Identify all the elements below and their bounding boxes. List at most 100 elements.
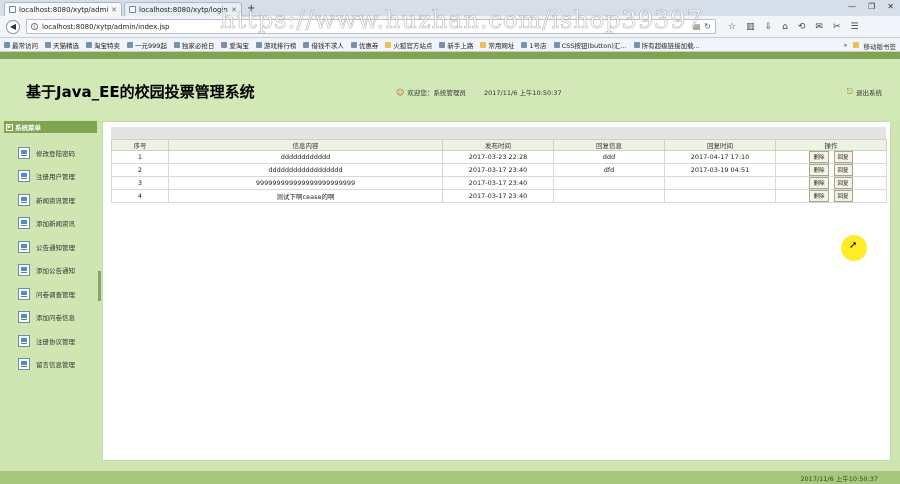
cell-reply: ddd xyxy=(553,150,665,164)
column-header: 发布时间 xyxy=(442,139,554,151)
minimize-icon[interactable]: — xyxy=(848,2,856,11)
cell-content: dddddddddddd xyxy=(168,150,443,164)
bookmark-item[interactable]: 所有超级链接加载... xyxy=(633,40,700,50)
folder-icon xyxy=(480,41,487,48)
reply-button[interactable]: 回复 xyxy=(833,151,853,163)
browser-tab-login[interactable]: localhost:8080/xytp/login... ✕ xyxy=(124,2,242,16)
toolbar-icons: ☆ ▥ ⇩ ⌂ ⟲ ✉ ✂ ☰ xyxy=(728,22,859,32)
close-tab-icon[interactable]: ✕ xyxy=(111,6,117,14)
bookmark-icon xyxy=(553,41,560,48)
chat-icon[interactable]: ✉ xyxy=(815,22,823,32)
header-datetime: 2017/11/6 上午10:50:37 xyxy=(484,89,562,97)
menu-item-icon xyxy=(18,264,30,277)
sidebar-menu: ▶ 系统菜单 修改登陆密码 注册用户管理 新闻资讯管理 添加新闻资讯 公告通知管… xyxy=(4,121,97,461)
table-row: 4 测试下啊cease的啊 2017-03-17 23:40 删除 回复 xyxy=(111,189,887,203)
new-tab-button[interactable]: + xyxy=(247,2,255,16)
delete-button[interactable]: 删除 xyxy=(809,190,829,202)
menu-item-icon xyxy=(18,358,30,371)
tab-title: localhost:8080/xytp/admi... xyxy=(19,5,109,14)
page-icon xyxy=(129,6,136,13)
reply-button[interactable]: 回复 xyxy=(833,190,853,202)
bookmark-item[interactable]: 独家必抢日 xyxy=(173,40,214,50)
screenshot-icon[interactable]: ✂ xyxy=(833,22,841,32)
sidebar-item-add-news[interactable]: 添加新闻资讯 xyxy=(4,212,97,236)
delete-button[interactable]: 删除 xyxy=(809,177,829,189)
maximize-icon[interactable]: ❐ xyxy=(868,2,875,11)
url-text[interactable]: localhost:8080/xytp/admin/index.jsp xyxy=(42,23,689,31)
menu-item-icon xyxy=(18,217,30,230)
sidebar-item-news[interactable]: 新闻资讯管理 xyxy=(4,188,97,212)
bookmark-item[interactable]: 最常访问 xyxy=(4,40,38,50)
bookmark-icon xyxy=(173,41,180,48)
table-row: 3 999999999999999999999999 2017-03-17 23… xyxy=(111,176,887,190)
menu-item-icon xyxy=(18,170,30,183)
menu-item-icon xyxy=(18,146,30,159)
sync-icon[interactable]: ⟲ xyxy=(798,22,806,32)
bookmark-folder[interactable]: 火狐官方站点 xyxy=(385,40,432,50)
info-icon[interactable]: i xyxy=(31,23,38,30)
bookmark-folder[interactable]: 常用网址 xyxy=(480,40,514,50)
column-header: 操作 xyxy=(775,139,887,151)
back-button[interactable]: ◀ xyxy=(6,19,20,34)
bookmark-item[interactable]: 淘宝特卖 xyxy=(86,40,120,50)
folder-icon xyxy=(852,42,859,48)
home-icon[interactable]: ⌂ xyxy=(782,22,788,32)
splitter-grip[interactable] xyxy=(98,271,101,301)
menu-item-icon xyxy=(18,311,30,324)
bookmark-item[interactable]: 借钱不求人 xyxy=(303,40,344,50)
bookmark-item[interactable]: 游戏排行榜 xyxy=(255,40,296,50)
column-header: 回复信息 xyxy=(553,139,665,151)
cell-content: 999999999999999999999999 xyxy=(168,176,443,190)
logout-link[interactable]: ⎋ 退出系统 xyxy=(847,87,882,97)
close-window-icon[interactable]: ✕ xyxy=(887,2,894,11)
menu-item-icon xyxy=(18,193,30,206)
cell-ops: 删除 回复 xyxy=(775,163,887,177)
bookmark-item[interactable]: 新手上路 xyxy=(439,40,473,50)
sidebar-item-surveys[interactable]: 问卷调查管理 xyxy=(4,282,97,306)
sidebar-item-change-password[interactable]: 修改登陆密码 xyxy=(4,141,97,165)
bookmark-item[interactable]: 天猫精选 xyxy=(45,40,79,50)
cell-time: 2017-03-17 23:40 xyxy=(442,163,554,177)
bookmark-item[interactable]: CSS按钮(button)汇... xyxy=(553,40,627,50)
sidebar-item-users[interactable]: 注册用户管理 xyxy=(4,165,97,189)
cell-reply xyxy=(553,176,665,190)
menu-toggle-icon[interactable]: ▶ xyxy=(6,123,13,131)
bookmark-item[interactable]: 1号店 xyxy=(521,40,547,50)
refresh-icon[interactable]: ↻ xyxy=(704,22,711,31)
bookmark-item[interactable]: 一元999起 xyxy=(127,40,167,50)
close-tab-icon[interactable]: ✕ xyxy=(231,6,237,14)
browser-tab-admin[interactable]: localhost:8080/xytp/admi... ✕ xyxy=(4,2,122,16)
address-bar[interactable]: i localhost:8080/xytp/admin/index.jsp ▤ … xyxy=(26,19,716,34)
reading-list-icon[interactable]: ▥ xyxy=(746,22,755,32)
bookmark-item[interactable]: 优惠券 xyxy=(350,40,378,50)
bookmark-icon xyxy=(4,41,10,48)
delete-button[interactable]: 删除 xyxy=(809,164,829,176)
sidebar-splitter[interactable] xyxy=(98,121,101,461)
menu-icon[interactable]: ☰ xyxy=(851,22,859,32)
bookmark-icon xyxy=(303,41,310,48)
sidebar-item-messages[interactable]: 留言信息管理 xyxy=(4,353,97,377)
sidebar-item-add-notice[interactable]: 添加公告通知 xyxy=(4,259,97,283)
window-controls: — ❐ ✕ xyxy=(848,2,894,11)
cell-time: 2017-03-17 23:40 xyxy=(442,176,554,190)
delete-button[interactable]: 删除 xyxy=(809,151,829,163)
reply-button[interactable]: 回复 xyxy=(833,164,853,176)
browser-nav-bar: ◀ i localhost:8080/xytp/admin/index.jsp … xyxy=(0,16,900,38)
bookmark-item[interactable]: 爱淘宝 xyxy=(221,40,249,50)
sidebar-item-add-survey[interactable]: 添加问卷信息 xyxy=(4,306,97,330)
reply-button[interactable]: 回复 xyxy=(833,177,853,189)
cell-no: 4 xyxy=(111,189,169,203)
download-icon[interactable]: ⇩ xyxy=(765,22,773,32)
main-content: 序号 信息内容 发布时间 回复信息 回复时间 操作 1 dddddddddddd… xyxy=(102,121,891,461)
reader-icon[interactable]: ▤ xyxy=(693,22,701,31)
chevron-right-icon: » xyxy=(843,41,848,49)
bookmark-star-icon[interactable]: ☆ xyxy=(728,22,736,32)
sidebar-item-notices[interactable]: 公告通知管理 xyxy=(4,235,97,259)
mobile-bookmarks[interactable]: » 移动版书签 xyxy=(839,41,896,51)
bookmark-icon xyxy=(127,41,133,48)
folder-icon xyxy=(385,41,392,48)
cell-no: 2 xyxy=(111,163,169,177)
table-toolbar xyxy=(111,127,886,139)
cell-content: dddddddddddddddddd xyxy=(168,163,443,177)
sidebar-item-agreement[interactable]: 注册协议管理 xyxy=(4,329,97,353)
